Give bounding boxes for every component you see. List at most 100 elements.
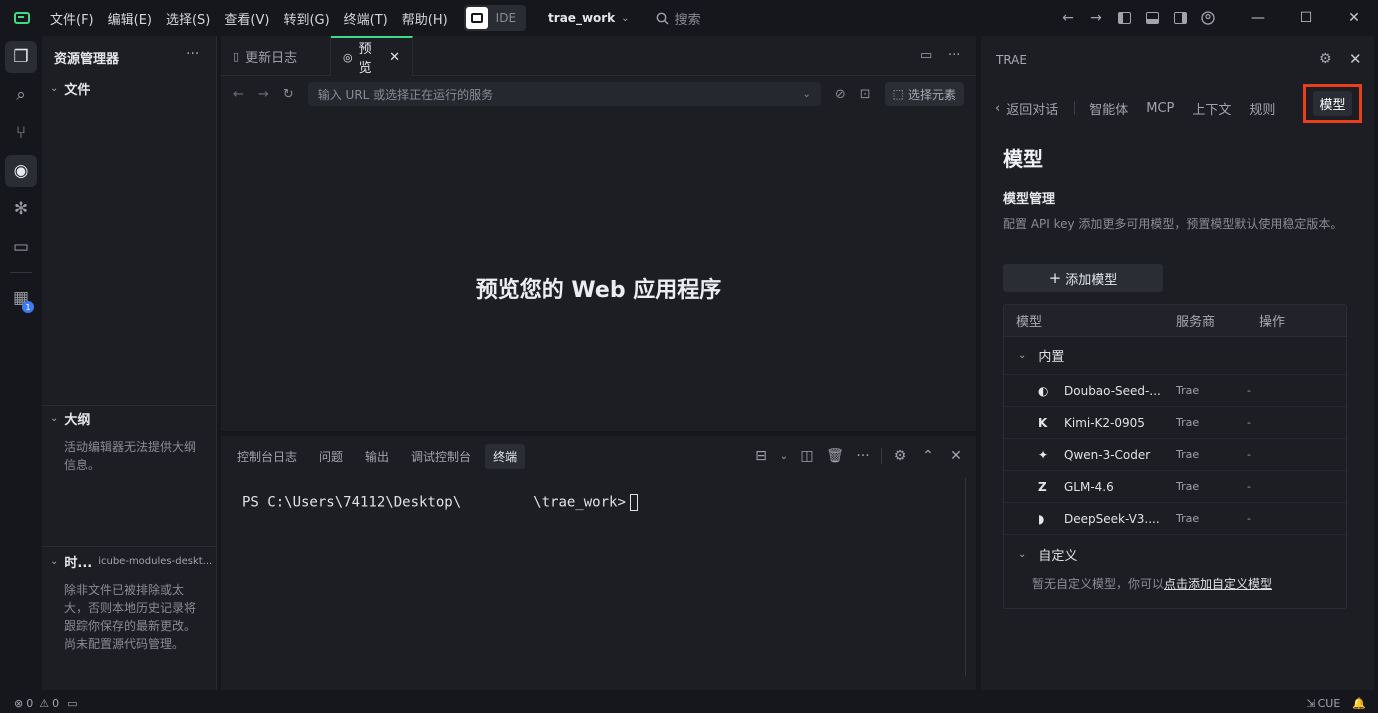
tab-output[interactable]: 输出 — [357, 444, 397, 469]
split-editor-icon[interactable]: ▭ — [920, 36, 948, 75]
model-row[interactable]: Z GLM-4.6 Trae - — [1004, 471, 1346, 503]
menu-go[interactable]: 转到(G) — [283, 9, 329, 28]
menu-selection[interactable]: 选择(S) — [166, 9, 210, 28]
tab-agents[interactable]: 智能体 — [1089, 99, 1128, 118]
close-panel-icon[interactable]: ✕ — [942, 448, 970, 464]
model-row[interactable]: ◐ Doubao-Seed-... Trae - — [1004, 375, 1346, 407]
tab-terminal[interactable]: 终端 — [485, 443, 526, 469]
tab-models-label: 模型 — [1313, 91, 1352, 116]
minimize-icon[interactable]: — — [1234, 0, 1282, 36]
forward-arrow-icon[interactable]: → — [1082, 0, 1110, 36]
tab-changelog[interactable]: ▯ 更新日志 — [221, 36, 331, 76]
explorer-icon[interactable]: ❐ — [0, 38, 42, 76]
error-icon[interactable]: ⊗ — [14, 697, 23, 710]
add-custom-model-link[interactable]: 点击添加自定义模型 — [1164, 577, 1272, 591]
files-section-header[interactable]: ⌄ 文件 — [50, 79, 90, 98]
maximize-icon[interactable]: ☐ — [1282, 0, 1330, 36]
close-window-icon[interactable]: ✕ — [1330, 0, 1378, 36]
cue-icon[interactable]: ⇲ — [1306, 697, 1315, 710]
tab-problems[interactable]: 问题 — [311, 444, 351, 469]
builtin-label: 内置 — [1038, 350, 1065, 365]
forward-arrow-icon[interactable]: → — [258, 87, 269, 102]
timeline-section-header[interactable]: ⌄ 时... icube-modules-deskt... — [50, 552, 212, 571]
more-actions-icon[interactable]: ··· — [186, 46, 199, 62]
terminal-output[interactable]: PS C:\Users\74112\Desktop\ \trae_work> — [242, 494, 638, 511]
tab-mcp[interactable]: MCP — [1146, 101, 1174, 116]
bell-icon[interactable]: 🔔 — [1352, 697, 1366, 710]
menu-terminal[interactable]: 终端(T) — [344, 9, 388, 28]
tab-debug-console[interactable]: 调试控制台 — [403, 444, 479, 469]
debug-icon[interactable]: ✻ — [0, 190, 42, 228]
add-model-button[interactable]: + 添加模型 — [1003, 264, 1163, 292]
close-tab-icon[interactable]: ✕ — [389, 50, 400, 65]
toggle-right-sidebar-icon[interactable] — [1166, 0, 1194, 36]
tab-preview[interactable]: ◎ 预览 ✕ — [331, 36, 413, 76]
close-icon[interactable]: ✕ — [1349, 50, 1362, 68]
tab-console-log[interactable]: 控制台日志 — [229, 444, 305, 469]
devtools-icon[interactable]: ⊡ — [860, 87, 871, 102]
back-to-chat[interactable]: 返回对话 — [1006, 99, 1058, 118]
model-row[interactable]: ◗ DeepSeek-V3.... Trae - — [1004, 503, 1346, 535]
custom-empty-message: 暂无自定义模型，你可以点击添加自定义模型 — [1032, 575, 1346, 592]
source-control-icon[interactable]: ⑂ — [0, 114, 42, 152]
chevron-down-icon[interactable]: ⌄ — [621, 13, 629, 24]
settings-nav: ‹ 返回对话 智能体 MCP 上下文 规则 — [995, 96, 1275, 120]
output-icon[interactable]: ▭ — [67, 697, 77, 710]
more-actions-icon[interactable]: ··· — [849, 448, 877, 464]
terminal-scrollbar[interactable] — [965, 478, 966, 676]
model-row[interactable]: ✦ Qwen-3-Coder Trae - — [1004, 439, 1346, 471]
tab-models[interactable]: 模型 — [1303, 84, 1362, 123]
warning-icon[interactable]: ⚠ — [39, 697, 49, 710]
account-icon[interactable] — [1194, 0, 1222, 36]
new-terminal-icon[interactable]: ⊟ — [747, 448, 775, 464]
project-name[interactable]: trae_work — [548, 11, 615, 25]
solo-mode-icon[interactable] — [465, 7, 488, 29]
tab-rules[interactable]: 规则 — [1249, 99, 1275, 118]
select-element-button[interactable]: ⬚ 选择元素 — [884, 82, 964, 106]
error-count[interactable]: 0 — [26, 697, 33, 710]
timeline-path: icube-modules-deskt... — [98, 556, 213, 567]
extensions-icon[interactable]: ▦ 1 — [0, 279, 42, 317]
menu-help[interactable]: 帮助(H) — [402, 9, 448, 28]
compass-icon[interactable]: ⊘ — [835, 87, 846, 102]
qwen-icon: ✦ — [1038, 447, 1049, 462]
menu-view[interactable]: 查看(V) — [224, 9, 269, 28]
remote-explorer-icon[interactable]: ▭ — [0, 228, 42, 266]
menu-edit[interactable]: 编辑(E) — [108, 9, 152, 28]
back-chevron-icon[interactable]: ‹ — [995, 101, 1000, 116]
preview-placeholder: 预览您的 Web 应用程序 — [475, 278, 722, 303]
builtin-group-header[interactable]: ⌄ 内置 — [1004, 337, 1346, 375]
search-box[interactable]: 搜索 — [656, 9, 701, 28]
outline-message: 活动编辑器无法提供大纲信息。 — [64, 440, 197, 472]
settings-sliders-icon[interactable]: ⚙ — [886, 448, 914, 464]
split-terminal-icon[interactable]: ◫ — [793, 448, 821, 464]
toggle-left-sidebar-icon[interactable] — [1110, 0, 1138, 36]
outline-section-header[interactable]: ⌄ 大纲 — [50, 409, 90, 428]
add-model-label: 添加模型 — [1065, 272, 1118, 288]
tab-context[interactable]: 上下文 — [1192, 99, 1231, 118]
cue-label[interactable]: CUE — [1318, 697, 1341, 710]
toggle-panel-icon[interactable] — [1138, 0, 1166, 36]
menu-file[interactable]: 文件(F) — [50, 9, 94, 28]
gear-icon[interactable]: ⚙ — [1319, 51, 1332, 67]
app-logo-icon — [14, 12, 30, 24]
back-arrow-icon[interactable]: ← — [233, 87, 244, 102]
warning-count[interactable]: 0 — [52, 697, 59, 710]
chevron-down-icon[interactable]: ⌄ — [802, 89, 810, 100]
chevron-down-icon[interactable]: ⌄ — [775, 451, 793, 462]
refresh-icon[interactable]: ↻ — [283, 87, 294, 102]
trash-icon[interactable]: 🗑 — [821, 448, 849, 464]
maximize-panel-icon[interactable]: ⌃ — [914, 448, 942, 464]
url-input[interactable]: 输入 URL 或选择正在运行的服务 ⌄ — [307, 82, 821, 106]
back-arrow-icon[interactable]: ← — [1054, 0, 1082, 36]
col-provider: 服务商 — [1176, 315, 1216, 330]
custom-group-header[interactable]: ⌄ 自定义 — [1004, 535, 1346, 573]
chevron-down-icon: ⌄ — [50, 83, 59, 94]
more-actions-icon[interactable]: ··· — [948, 36, 976, 75]
preview-eye-icon[interactable]: ◉ — [0, 152, 42, 190]
search-files-icon[interactable]: ⌕ — [0, 76, 42, 114]
custom-label: 自定义 — [1038, 548, 1078, 564]
model-row[interactable]: K Kimi-K2-0905 Trae - — [1004, 407, 1346, 439]
panel-brand: TRAE — [996, 53, 1027, 67]
ide-mode-toggle[interactable]: IDE — [463, 5, 527, 31]
